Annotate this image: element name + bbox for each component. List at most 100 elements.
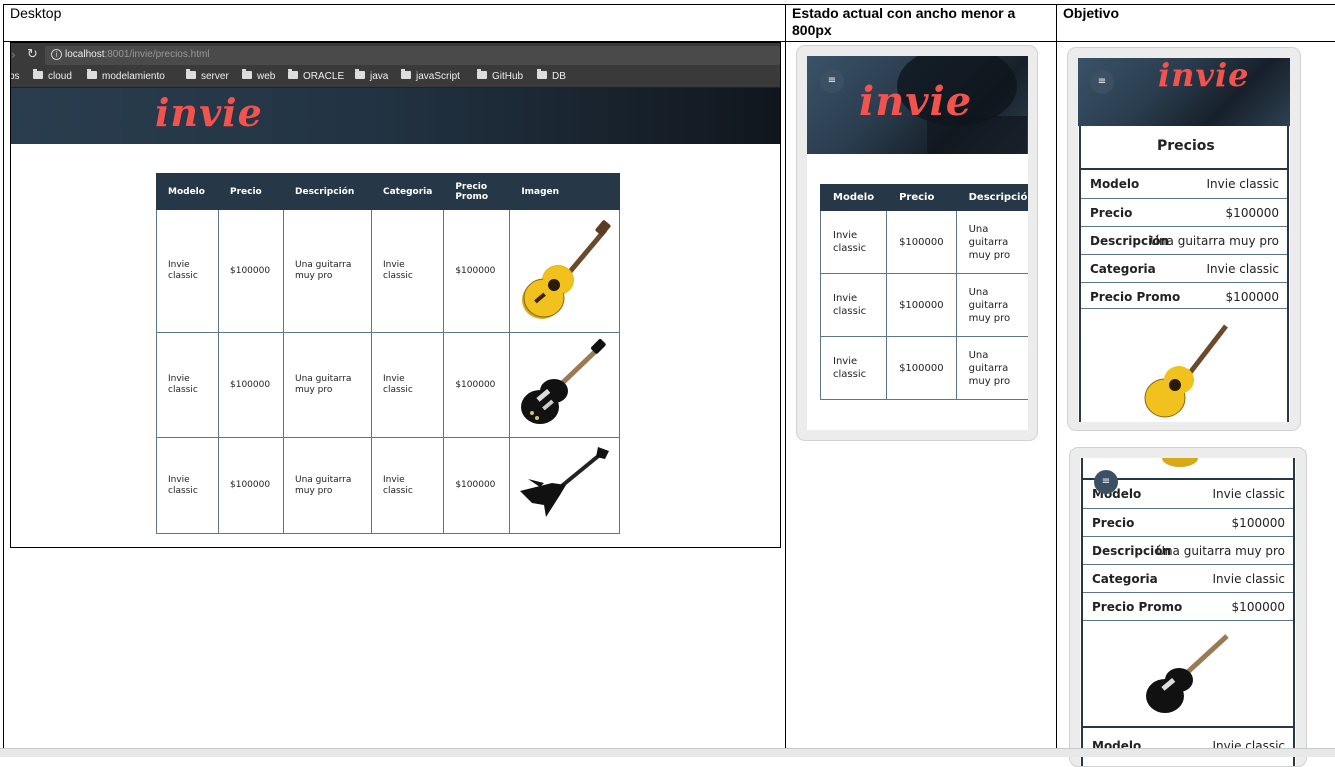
folder-icon <box>288 69 298 79</box>
electric-guitar-icon <box>521 339 606 424</box>
bookmark-server[interactable]: server <box>186 69 229 82</box>
phone-screen: Modelo Invie classic Precio $100000 Descri… <box>1080 458 1296 766</box>
flying-v-guitar-icon <box>520 446 610 517</box>
acoustic-guitar-icon <box>1144 324 1228 418</box>
header-categoria: Categoria <box>370 173 445 210</box>
bookmark-cloud[interactable]: cloud <box>33 69 72 82</box>
bookmark-oracle[interactable]: ORACLE <box>288 69 344 82</box>
bookmark-java[interactable]: java <box>355 69 388 82</box>
cell-categoria: Invie classic <box>370 437 445 534</box>
field-modelo: Modelo Invie classic <box>1090 177 1279 191</box>
cell-descripcion: Una guitarra muy pro <box>283 437 372 534</box>
price-cards: Modelo Invie classic Precio $100000 Descri… <box>1081 458 1295 766</box>
phone-screen: ≡ invie Precios Modelo Invie classic Prec… <box>1078 58 1290 422</box>
table-row: Invie classic $100000 Una guitarra muy p… <box>156 209 621 333</box>
cell-imagen <box>509 332 621 438</box>
cell-descripcion: Una guitarra muy pro <box>283 209 372 333</box>
header-descripcion: Descripció <box>955 184 1028 211</box>
table-row: Invie classic $100000 Una guitarra muy p… <box>819 210 1028 274</box>
cell-precio: $100000 <box>886 273 957 337</box>
field-precio-promo: Precio Promo $100000 <box>1081 282 1287 310</box>
menu-icon[interactable]: ≡ <box>1090 70 1114 94</box>
card-divider <box>1083 726 1293 728</box>
nav-bullet-icon <box>548 147 557 156</box>
desktop-browser-window: › ↻ i localhost:8001/invie/precios.html … <box>10 42 781 548</box>
acoustic-guitar-icon <box>522 219 611 319</box>
cell-promo: $100000 <box>443 209 511 333</box>
reload-icon[interactable]: ↻ <box>27 47 38 62</box>
bookmark-web[interactable]: web <box>242 69 275 82</box>
cell-descripcion: Una guitarra muy pro <box>955 273 1028 337</box>
column-divider <box>1056 4 1057 757</box>
cell-precio: $100000 <box>886 336 957 400</box>
bookmark-modelamiento[interactable]: modelamiento <box>87 69 165 82</box>
card-divider <box>1083 620 1293 621</box>
site-header: ≡ invie <box>1078 58 1290 126</box>
folder-icon <box>186 69 196 79</box>
cell-precio: $100000 <box>218 332 284 438</box>
bookmark-db[interactable]: DB <box>537 69 566 82</box>
table-header-row: Modelo Precio Descripción Categoria Prec… <box>156 173 621 210</box>
url-host: localhost <box>65 49 105 60</box>
cell-promo: $100000 <box>443 437 511 534</box>
column-divider <box>785 4 786 757</box>
site-logo[interactable]: invie <box>859 78 972 125</box>
field-precio: Precio $100000 <box>1083 508 1293 536</box>
bookmark-javascript[interactable]: javaScript <box>401 69 460 82</box>
field-precio-promo: Precio Promo $100000 <box>1083 592 1293 620</box>
cell-modelo: Invie classic <box>819 336 888 400</box>
cell-imagen <box>509 209 621 333</box>
menu-icon[interactable]: ≡ <box>820 69 844 93</box>
menu-icon[interactable]: ≡ <box>1094 470 1118 494</box>
header-precio: Precio <box>886 184 957 211</box>
cell-promo: $100000 <box>443 332 511 438</box>
address-bar: › ↻ i localhost:8001/invie/precios.html <box>11 43 780 68</box>
phone-screen: ≡ invie Modelo Precio Descripció Invie c… <box>807 56 1028 430</box>
cell-precio: $100000 <box>218 209 284 333</box>
cell-modelo: Invie classic <box>156 437 219 534</box>
field-precio: Precio $100000 <box>1081 198 1287 226</box>
prices-table: Modelo Precio Descripción Categoria Prec… <box>156 173 621 534</box>
header-imagen: Imagen <box>509 173 621 210</box>
table-row: Invie classic $100000 Una guitarra muy p… <box>156 332 621 438</box>
site-logo[interactable]: invie <box>155 90 263 135</box>
bookmarks-bar: bs cloud modelamiento server web ORACLE … <box>11 68 780 88</box>
cell-modelo: Invie classic <box>819 210 888 274</box>
table-row: Invie classic $100000 Una guitarra muy p… <box>819 336 1028 400</box>
phone-target-scrolled: Modelo Invie classic Precio $100000 Descri… <box>1069 447 1307 767</box>
nav-guitarras[interactable]: Guitarras <box>442 147 516 164</box>
electric-guitar-icon <box>1146 634 1229 713</box>
cell-descripcion: Una guitarra muy pro <box>283 332 372 438</box>
bookmark-item[interactable]: bs <box>11 71 20 82</box>
field-descripcion: Descripción Una guitarra muy pro <box>1081 226 1287 254</box>
bookmark-github[interactable]: GitHub <box>477 69 523 82</box>
column-header-current: Estado actual con ancho menor a 800px <box>792 5 1016 38</box>
nav-home[interactable]: Home <box>359 147 412 164</box>
cell-descripcion: Una guitarra muy pro <box>955 336 1028 400</box>
price-card: Precios Modelo Invie classic Precio $10000… <box>1079 126 1289 422</box>
site-logo[interactable]: invie <box>1158 58 1250 94</box>
status-bar <box>0 748 1335 757</box>
nav-bullet-icon <box>359 147 368 156</box>
header-precio-promo: Precio Promo <box>443 173 511 210</box>
phone-target-top: ≡ invie Precios Modelo Invie classic Prec… <box>1067 47 1301 431</box>
url-path: :8001/invie/precios.html <box>104 49 210 60</box>
cell-modelo: Invie classic <box>819 273 888 337</box>
info-icon[interactable]: i <box>51 49 62 60</box>
url-text[interactable]: localhost:8001/invie/precios.html <box>65 49 210 60</box>
folder-icon <box>242 69 252 79</box>
folder-icon <box>401 69 411 79</box>
forward-icon[interactable]: › <box>11 48 16 62</box>
cell-modelo: Invie classic <box>156 332 219 438</box>
prices-table-overflowing: Modelo Precio Descripció Invie classic $… <box>819 184 1028 400</box>
folder-icon <box>355 69 365 79</box>
folder-icon <box>477 69 487 79</box>
card-divider <box>1081 308 1287 309</box>
header-precio: Precio <box>218 173 284 210</box>
column-header-target: Objetivo <box>1063 5 1120 21</box>
nav-precios[interactable]: Precios <box>548 147 611 164</box>
table-header-row: Modelo Precio Descripció <box>819 184 1028 211</box>
header-modelo: Modelo <box>156 173 219 210</box>
field-categoria: Categoria Invie classic <box>1081 254 1287 282</box>
column-header-desktop: Desktop <box>10 5 62 21</box>
